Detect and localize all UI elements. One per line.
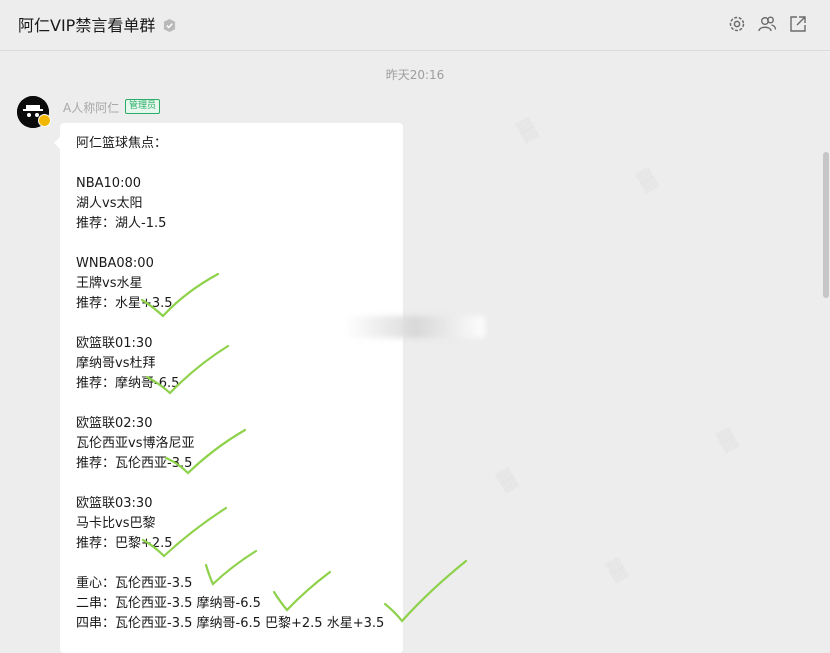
message-line: 二串：瓦伦西亚-3.5 摩纳哥-6.5: [76, 596, 261, 611]
message-line: 推荐：摩纳哥-6.5: [76, 376, 180, 391]
sender-name[interactable]: A人称阿仁: [63, 99, 119, 116]
message-line: 湖人vs太阳: [76, 196, 143, 211]
message-line: 欧篮联02:30: [76, 416, 153, 431]
group-title-wrap: 阿仁VIP禁言看单群: [18, 12, 176, 36]
avatar-badge-icon: [38, 114, 51, 127]
message-line: 推荐：巴黎+2.5: [76, 536, 173, 551]
group-title: 阿仁VIP禁言看单群: [18, 16, 156, 35]
message-line: 欧篮联03:30: [76, 496, 153, 511]
message-line: NBA10:00: [76, 176, 141, 191]
popout-icon[interactable]: [788, 14, 808, 34]
settings-icon[interactable]: [727, 14, 747, 34]
message-line: 四串：瓦伦西亚-3.5 摩纳哥-6.5 巴黎+2.5 水星+3.5: [76, 616, 385, 631]
chat-scrollbar[interactable]: [823, 152, 829, 298]
message-line: 瓦伦西亚vs博洛尼亚: [76, 436, 195, 451]
message-line: 马卡比vs巴黎: [76, 516, 156, 531]
message-line: WNBA08:00: [76, 256, 154, 271]
members-icon[interactable]: [757, 14, 777, 34]
message-line: 推荐：瓦伦西亚-3.5: [76, 456, 193, 471]
blurred-content: [345, 316, 485, 338]
verified-icon: [164, 19, 176, 32]
message-line: 阿仁篮球焦点：: [76, 136, 168, 151]
admin-badge: 管理员: [125, 99, 161, 114]
message-line: 重心：瓦伦西亚-3.5: [76, 576, 193, 591]
message-line: 推荐：水星+3.5: [76, 296, 173, 311]
message-line: 王牌vs水星: [76, 276, 143, 291]
message-timestamp: 昨天20:16: [385, 68, 445, 82]
message-line: 摩纳哥vs杜拜: [76, 356, 156, 371]
message-line: 推荐：湖人-1.5: [76, 216, 167, 231]
message-line: 欧篮联01:30: [76, 336, 153, 351]
avatar[interactable]: [17, 96, 51, 128]
chat-header: 阿仁VIP禁言看单群: [0, 0, 830, 51]
